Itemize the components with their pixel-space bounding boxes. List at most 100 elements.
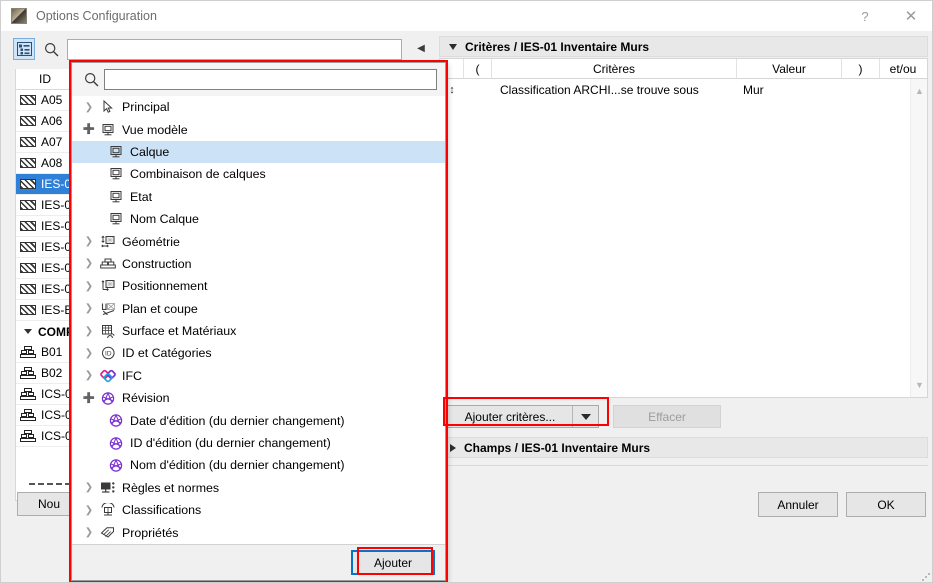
chevron-up-icon[interactable]: ▲ — [911, 83, 928, 99]
tree-item-principal[interactable]: ❯ Principal — [72, 96, 445, 118]
properties-icon — [98, 526, 118, 540]
criteria-table: ( Critères Valeur ) et/ou ↕ Classificati… — [439, 58, 928, 398]
svg-text:ID: ID — [105, 351, 112, 358]
list-item-label: A05 — [41, 93, 63, 107]
tree-item-regles-et-normes[interactable]: ❯ Règles et normes — [72, 477, 445, 499]
fields-section-header[interactable]: Champs / IES-01 Inventaire Murs — [439, 437, 928, 458]
model-view-icon — [106, 190, 126, 204]
classifications-icon — [98, 503, 118, 517]
ok-button[interactable]: OK — [846, 492, 926, 517]
resize-grip[interactable] — [921, 572, 931, 582]
fields-section-title: Champs / IES-01 Inventaire Murs — [464, 440, 651, 455]
tree-item-revision[interactable]: ➕ Révision — [72, 387, 445, 409]
model-view-icon — [106, 167, 126, 181]
tree-item-positionnement[interactable]: ❯ Positionnement — [72, 275, 445, 297]
construction-icon — [98, 257, 118, 270]
close-icon[interactable]: ✕ — [890, 1, 932, 31]
table-body: ↕ Classification ARCHI...se trouve sous … — [440, 79, 927, 101]
window-title: Options Configuration — [36, 9, 157, 23]
chevron-left-icon[interactable]: ◀ — [415, 43, 427, 55]
tree-item-label: Plan et coupe — [122, 301, 198, 316]
wall-icon — [20, 346, 36, 358]
tree-item-id-et-categories[interactable]: ❯ ID ID et Catégories — [72, 342, 445, 364]
table-scrollbar[interactable]: ▲ ▼ — [910, 79, 927, 397]
criteria-tree[interactable]: ❯ Principal ➕ Vue modèle Calque Combinai… — [72, 96, 445, 545]
tree-item-label: Nom Calque — [130, 212, 199, 227]
tree-item-geometrie[interactable]: ❯ Géométrie — [72, 230, 445, 252]
hatch-icon — [20, 158, 36, 168]
options-configuration-window: Options Configuration ? ✕ ◀ ID A05 A06 A… — [0, 0, 933, 583]
chevron-right-icon[interactable]: ❯ — [80, 258, 98, 269]
criteria-section-header[interactable]: Critères / IES-01 Inventaire Murs — [439, 36, 928, 57]
tree-view-icon[interactable] — [13, 38, 35, 60]
tree-item-calque[interactable]: Calque — [72, 140, 445, 164]
col-header-close[interactable]: ) — [842, 59, 880, 79]
id-categories-icon: ID — [98, 346, 118, 360]
divider — [439, 465, 928, 466]
chevron-right-icon[interactable]: ❯ — [80, 482, 98, 493]
chevron-right-icon[interactable]: ❯ — [80, 348, 98, 359]
tree-item-surface-et-materiaux[interactable]: ❯ Surface et Matériaux — [72, 320, 445, 342]
search-icon[interactable] — [78, 72, 104, 87]
triangle-right-icon — [450, 443, 456, 452]
tree-item-label: Etat — [130, 189, 153, 204]
chevron-down-icon[interactable] — [572, 406, 598, 427]
clear-button: Effacer — [613, 405, 721, 428]
cancel-button[interactable]: Annuler — [758, 492, 838, 517]
triangle-down-icon — [449, 43, 457, 50]
tree-item-nom-edition[interactable]: Nom d'édition (du dernier changement) — [72, 454, 445, 476]
revision-icon — [106, 413, 126, 428]
hatch-icon — [20, 179, 36, 189]
list-item-label: A08 — [41, 156, 63, 170]
help-icon[interactable]: ? — [844, 1, 886, 31]
tree-item-proprietes[interactable]: ❯ Propriétés — [72, 521, 445, 543]
chevron-right-icon[interactable]: ❯ — [80, 326, 98, 337]
revision-icon — [98, 391, 118, 406]
tree-item-construction[interactable]: ❯ Construction — [72, 253, 445, 275]
popup-search-input[interactable] — [104, 69, 437, 90]
revision-icon — [106, 436, 126, 451]
popup-footer: Ajouter — [72, 544, 445, 580]
tree-item-date-edition[interactable]: Date d'édition (du dernier changement) — [72, 409, 445, 431]
col-header-value[interactable]: Valeur — [737, 59, 842, 79]
tree-item-combinaison-de-calques[interactable]: Combinaison de calques — [72, 163, 445, 185]
caret-down-icon — [24, 329, 32, 334]
list-item-label: B01 — [41, 345, 63, 359]
tree-item-label: Surface et Matériaux — [122, 324, 237, 339]
wall-icon — [20, 367, 36, 379]
tree-item-label: Classifications — [122, 503, 202, 518]
chevron-down-icon[interactable]: ➕ — [80, 393, 98, 404]
table-row[interactable]: ↕ Classification ARCHI...se trouve sous … — [440, 79, 927, 101]
chevron-right-icon[interactable]: ❯ — [80, 527, 98, 538]
col-header-criteria[interactable]: Critères — [492, 59, 737, 79]
chevron-right-icon[interactable]: ❯ — [80, 505, 98, 516]
model-view-icon — [106, 212, 126, 226]
add-button[interactable]: Ajouter — [351, 550, 435, 575]
tree-item-plan-et-coupe[interactable]: ❯ Plan et coupe — [72, 298, 445, 320]
right-pane: Critères / IES-01 Inventaire Murs ( Crit… — [433, 31, 932, 582]
tree-item-nom-calque[interactable]: Nom Calque — [72, 208, 445, 230]
positioning-icon — [98, 279, 118, 293]
tree-item-label: Combinaison de calques — [130, 167, 266, 182]
add-criteria-button[interactable]: Ajouter critères... — [447, 405, 599, 428]
col-header-open[interactable]: ( — [464, 59, 492, 79]
tree-item-vue-modele[interactable]: ➕ Vue modèle — [72, 118, 445, 140]
chevron-right-icon[interactable]: ❯ — [80, 303, 98, 314]
tree-item-classifications[interactable]: ❯ Classifications — [72, 499, 445, 521]
tree-item-ifc[interactable]: ❯ IFC — [72, 365, 445, 387]
chevron-right-icon[interactable]: ❯ — [80, 236, 98, 247]
chevron-down-icon[interactable]: ▼ — [911, 377, 928, 393]
search-icon[interactable] — [41, 39, 61, 59]
chevron-down-icon[interactable]: ➕ — [80, 124, 98, 135]
search-input[interactable] — [67, 39, 402, 60]
col-header-etou[interactable]: et/ou — [880, 59, 926, 79]
tree-item-etat[interactable]: Etat — [72, 186, 445, 208]
cell-value[interactable]: Mur — [737, 83, 842, 97]
hatch-icon — [20, 284, 36, 294]
chevron-right-icon[interactable]: ❯ — [80, 281, 98, 292]
cell-criteria[interactable]: Classification ARCHI...se trouve sous — [492, 83, 737, 97]
revision-icon — [106, 458, 126, 473]
chevron-right-icon[interactable]: ❯ — [80, 370, 98, 381]
chevron-right-icon[interactable]: ❯ — [80, 102, 98, 113]
tree-item-id-edition[interactable]: ID d'édition (du dernier changement) — [72, 432, 445, 454]
